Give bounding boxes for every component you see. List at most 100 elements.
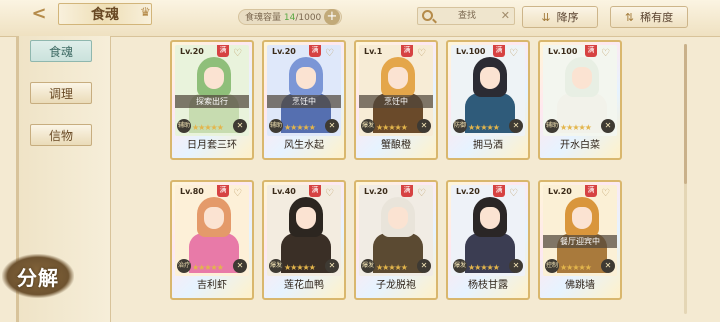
max-badge: 满 [493, 45, 505, 57]
card-portrait: Lv.40 满 ♡ 爆发 ★★★★★ ✕ [267, 185, 341, 276]
card-name: 蟹酿橙 [381, 140, 411, 151]
max-badge: 满 [217, 185, 229, 197]
max-badge: 满 [309, 45, 321, 57]
sort-order-button[interactable]: ⇊ 降序 [522, 6, 598, 28]
status-banner: 探索出行 [175, 95, 249, 108]
weapon-icon: ✕ [509, 119, 523, 133]
weapon-icon: ✕ [417, 259, 431, 273]
tab-cooking[interactable]: 调理 [30, 82, 92, 104]
card-portrait: Lv.20 满 ♡ 烹饪中 辅助 ★★★★★ ✕ [267, 45, 341, 136]
weapon-icon: ✕ [601, 259, 615, 273]
sort-icon: ⇊ [541, 10, 551, 24]
card-portrait: Lv.20 满 ♡ 探索出行 辅助 ★★★★★ ✕ [175, 45, 249, 136]
star-rating: ★★★★★ [284, 123, 316, 132]
rarity-label: 稀有度 [640, 11, 674, 24]
tab-food-souls[interactable]: 食魂 [30, 40, 92, 62]
max-badge: 满 [585, 45, 597, 57]
status-banner: 烹饪中 [359, 95, 433, 108]
character-face [204, 67, 224, 89]
star-rating: ★★★★★ [468, 263, 500, 272]
weapon-icon: ✕ [233, 119, 247, 133]
page-title: 食魂 [58, 3, 152, 25]
weapon-icon: ✕ [509, 259, 523, 273]
card-grid: Lv.20 满 ♡ 探索出行 辅助 ★★★★★ ✕ 日月套三环 Lv.20 满 ♡ 烹饪中 辅助 ★★★★… [160, 36, 690, 322]
max-badge: 满 [217, 45, 229, 57]
max-badge: 满 [401, 45, 413, 57]
star-rating: ★★★★★ [376, 263, 408, 272]
star-rating: ★★★★★ [560, 263, 592, 272]
capacity-label: 食魂容量 [245, 13, 282, 23]
weapon-icon: ✕ [601, 119, 615, 133]
character-face [388, 207, 408, 229]
favorite-icon: ♡ [325, 188, 334, 199]
character-face [480, 67, 500, 89]
back-button[interactable]: < [22, 2, 56, 24]
favorite-icon: ♡ [509, 48, 518, 59]
search-box[interactable]: ✕ [417, 7, 515, 25]
max-badge: 满 [585, 185, 597, 197]
food-soul-card[interactable]: Lv.20 满 ♡ 烹饪中 辅助 ★★★★★ ✕ 风生水起 [262, 40, 346, 160]
food-soul-card[interactable]: Lv.20 满 ♡ 餐厅迎宾中 控制 ★★★★★ ✕ 佛跳墙 [538, 180, 622, 300]
scroll-thumb[interactable] [684, 44, 687, 184]
status-banner: 烹饪中 [267, 95, 341, 108]
food-soul-card[interactable]: Lv.1 满 ♡ 烹饪中 爆发 ★★★★★ ✕ 蟹酿橙 [354, 40, 438, 160]
food-soul-card[interactable]: Lv.20 满 ♡ 爆发 ★★★★★ ✕ 子龙脱袍 [354, 180, 438, 300]
star-rating: ★★★★★ [192, 123, 224, 132]
decompose-button[interactable]: 分解 [2, 254, 74, 298]
role-badge: 爆发 [453, 259, 467, 273]
card-level: Lv.20 [180, 47, 204, 56]
food-soul-card[interactable]: Lv.100 满 ♡ 辅助 ★★★★★ ✕ 开水白菜 [538, 40, 622, 160]
scrollbar[interactable] [684, 44, 687, 314]
favorite-icon: ♡ [417, 48, 426, 59]
food-soul-card[interactable]: Lv.20 满 ♡ 探索出行 辅助 ★★★★★ ✕ 日月套三环 [170, 40, 254, 160]
character-face [572, 67, 592, 89]
search-input[interactable] [436, 8, 498, 24]
card-portrait: Lv.1 满 ♡ 烹饪中 爆发 ★★★★★ ✕ [359, 45, 433, 136]
card-portrait: Lv.80 满 ♡ 治疗 ★★★★★ ✕ [175, 185, 249, 276]
card-portrait: Lv.20 满 ♡ 爆发 ★★★★★ ✕ [451, 185, 525, 276]
card-level: Lv.1 [364, 47, 383, 56]
character-face [204, 207, 224, 229]
card-portrait: Lv.100 满 ♡ 辅助 ★★★★★ ✕ [543, 45, 617, 136]
favorite-icon: ♡ [325, 48, 334, 59]
tab-tokens[interactable]: 信物 [30, 124, 92, 146]
role-badge: 爆发 [269, 259, 283, 273]
card-level: Lv.20 [456, 187, 480, 196]
character-face [388, 67, 408, 89]
star-rating: ★★★★★ [560, 123, 592, 132]
favorite-icon: ♡ [233, 48, 242, 59]
clear-icon[interactable]: ✕ [501, 9, 510, 22]
role-badge: 爆发 [361, 119, 375, 133]
capacity-add-button[interactable]: + [324, 9, 340, 25]
character-face [296, 67, 316, 89]
card-level: Lv.20 [548, 187, 572, 196]
role-badge: 防御 [453, 119, 467, 133]
card-level: Lv.40 [272, 187, 296, 196]
role-badge: 治疗 [177, 259, 191, 273]
favorite-icon: ♡ [601, 188, 610, 199]
search-icon [422, 10, 433, 21]
card-name: 吉利虾 [197, 280, 227, 291]
food-soul-card[interactable]: Lv.80 满 ♡ 治疗 ★★★★★ ✕ 吉利虾 [170, 180, 254, 300]
card-name: 子龙脱袍 [376, 280, 416, 291]
food-soul-card[interactable]: Lv.100 满 ♡ 防御 ★★★★★ ✕ 拥马酒 [446, 40, 530, 160]
card-level: Lv.20 [364, 187, 388, 196]
food-soul-card[interactable]: Lv.40 满 ♡ 爆发 ★★★★★ ✕ 莲花血鸭 [262, 180, 346, 300]
character-face [480, 207, 500, 229]
card-portrait: Lv.20 满 ♡ 餐厅迎宾中 控制 ★★★★★ ✕ [543, 185, 617, 276]
character-face [296, 207, 316, 229]
sort-arrows-icon: ⇅ [624, 10, 635, 24]
sort-label: 降序 [556, 11, 579, 24]
food-soul-card[interactable]: Lv.20 满 ♡ 爆发 ★★★★★ ✕ 杨枝甘露 [446, 180, 530, 300]
role-badge: 爆发 [361, 259, 375, 273]
status-banner: 餐厅迎宾中 [543, 235, 617, 248]
favorite-icon: ♡ [417, 188, 426, 199]
favorite-icon: ♡ [601, 48, 610, 59]
weapon-icon: ✕ [325, 119, 339, 133]
capacity-current: 14 [283, 13, 296, 23]
card-level: Lv.80 [180, 187, 204, 196]
rarity-sort-button[interactable]: ⇅ 稀有度 [610, 6, 688, 28]
card-level: Lv.20 [272, 47, 296, 56]
weapon-icon: ✕ [417, 119, 431, 133]
card-name: 佛跳墙 [565, 280, 595, 291]
